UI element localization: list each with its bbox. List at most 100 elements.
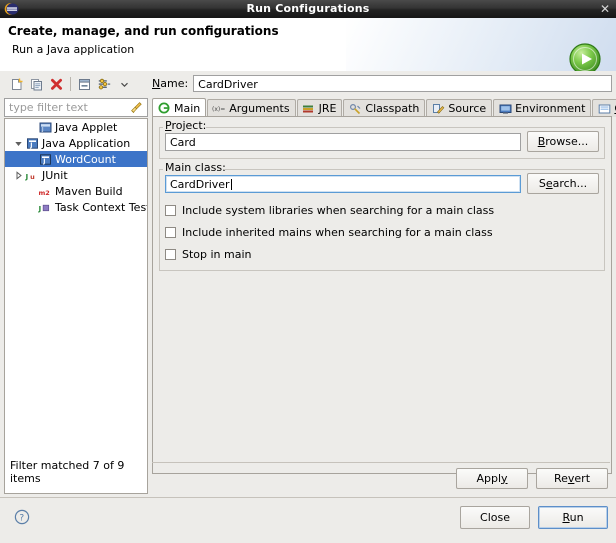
configurations-panel: type filter text J Java Applet J Java Ap…: [4, 73, 148, 494]
search-input-placeholder: type filter text: [9, 101, 88, 114]
tab-source[interactable]: Source: [426, 99, 493, 117]
tab-label: Source: [448, 102, 487, 115]
tree-item-java-applet[interactable]: J Java Applet: [5, 119, 147, 135]
page-subtitle: Run a Java application: [12, 43, 135, 56]
tab-label: Environment: [515, 102, 586, 115]
svg-text:?: ?: [19, 513, 24, 523]
project-row: Card Browse...: [165, 131, 599, 152]
tree-item-junit[interactable]: J u JUnit: [5, 167, 147, 183]
maven-m2-icon: m2: [38, 183, 52, 199]
jre-tab-icon: [302, 102, 316, 115]
revert-button[interactable]: Revert: [536, 467, 608, 489]
stop-in-main-checkbox-row[interactable]: Stop in main: [165, 245, 599, 264]
tab-common[interactable]: Common: [592, 99, 616, 117]
tree-item-label: WordCount: [55, 152, 116, 166]
new-document-icon[interactable]: [7, 75, 26, 94]
run-configurations-dialog: Run Configurations ✕ Create, manage, and…: [0, 0, 616, 543]
configurations-toolbar: [4, 73, 148, 95]
tab-label: JRE: [318, 102, 337, 115]
name-row: Name: CardDriver: [152, 73, 612, 93]
close-button[interactable]: Close: [460, 506, 530, 529]
project-group-label: Project:: [163, 119, 210, 132]
checkbox-label: Stop in main: [182, 248, 252, 261]
tree-item-java-application[interactable]: J Java Application: [5, 135, 147, 151]
close-icon[interactable]: ✕: [600, 0, 610, 18]
tree-item-maven-build[interactable]: m2 Maven Build: [5, 183, 147, 199]
tree-item-label: Java Applet: [55, 120, 118, 134]
help-question-icon[interactable]: ?: [14, 509, 30, 525]
search-button[interactable]: Search...: [527, 173, 599, 194]
filter-icon[interactable]: [95, 75, 114, 94]
java-app-icon: J: [38, 151, 52, 167]
project-group: Project: Card Browse...: [159, 119, 605, 159]
search-input[interactable]: type filter text: [4, 98, 148, 117]
collapse-all-icon[interactable]: [75, 75, 94, 94]
tree-item-task-context-test[interactable]: J Task Context Test: [5, 199, 147, 215]
name-field-label: Name:: [152, 76, 189, 90]
svg-text:u: u: [30, 172, 35, 180]
main-class-row: CardDriver Search...: [165, 173, 599, 194]
tree-item-label: JUnit: [42, 168, 68, 182]
tree-twisty: [25, 119, 38, 135]
dialog-header: Create, manage, and run configurations R…: [0, 18, 616, 72]
page-title: Create, manage, and run configurations: [8, 24, 279, 38]
environment-tab-icon: [498, 102, 512, 115]
include-inherited-mains-checkbox[interactable]: [165, 227, 176, 238]
dialog-footer: ? Close Run: [0, 497, 616, 543]
run-button[interactable]: Run: [538, 506, 608, 529]
junit-icon: J u: [25, 167, 39, 183]
classpath-tab-icon: [348, 102, 362, 115]
tree-item-label: Task Context Test: [55, 200, 148, 214]
tab-label: Arguments: [229, 102, 290, 115]
tab-jre[interactable]: JRE: [296, 99, 343, 117]
svg-text:J: J: [29, 142, 32, 149]
browse-button[interactable]: Browse...: [527, 131, 599, 152]
java-applet-icon: J: [38, 119, 52, 135]
chevron-down-icon[interactable]: [115, 75, 134, 94]
include-inherited-mains-checkbox-row[interactable]: Include inherited mains when searching f…: [165, 223, 599, 242]
tree-twisty: [25, 151, 38, 167]
tree-item-label: Maven Build: [55, 184, 123, 198]
apply-button[interactable]: Apply: [456, 467, 528, 489]
apply-revert-bar: Apply Revert: [152, 463, 612, 493]
footer-buttons: Close Run: [460, 506, 608, 529]
svg-text:J: J: [41, 127, 44, 133]
tab-arguments[interactable]: (x)= Arguments: [207, 99, 296, 117]
tree-twisty-expanded-icon[interactable]: [12, 135, 25, 151]
svg-text:m2: m2: [38, 188, 49, 196]
tab-label: Main: [174, 101, 201, 115]
tab-label: Classpath: [365, 102, 420, 115]
configuration-editor: Name: CardDriver Main (x)= Arguments JRE…: [152, 73, 616, 493]
tree-twisty: [25, 199, 38, 215]
window-title-bar: Run Configurations ✕: [0, 0, 616, 18]
stop-in-main-checkbox[interactable]: [165, 249, 176, 260]
source-tab-icon: [431, 102, 445, 115]
tree-item-wordcount[interactable]: J WordCount: [5, 151, 147, 167]
broom-icon[interactable]: [130, 101, 143, 114]
include-system-libraries-checkbox[interactable]: [165, 205, 176, 216]
duplicate-icon[interactable]: [27, 75, 46, 94]
tree-twisty-collapsed-icon[interactable]: [12, 167, 25, 183]
delete-red-x-icon[interactable]: [47, 75, 66, 94]
checkbox-label: Include system libraries when searching …: [182, 204, 495, 217]
main-class-group-label: Main class:: [163, 161, 229, 174]
include-system-libraries-checkbox-row[interactable]: Include system libraries when searching …: [165, 201, 599, 220]
dialog-body: type filter text J Java Applet J Java Ap…: [0, 71, 616, 497]
name-input[interactable]: CardDriver: [193, 74, 612, 92]
common-tab-icon: [597, 102, 611, 115]
run-green-play-icon: [568, 42, 602, 71]
configurations-tree[interactable]: J Java Applet J Java Application J WordC…: [4, 118, 148, 450]
svg-text:J: J: [38, 203, 41, 212]
window-title: Run Configurations: [246, 2, 370, 15]
tab-main[interactable]: Main: [152, 98, 207, 117]
tab-bar: Main (x)= Arguments JRE Classpath Source…: [152, 98, 616, 117]
main-class-input[interactable]: CardDriver: [165, 174, 521, 193]
java-app-icon: J: [25, 135, 39, 151]
tab-classpath[interactable]: Classpath: [343, 99, 426, 117]
svg-text:J: J: [42, 158, 45, 165]
main-tab-panel: Project: Card Browse... Main class: Card…: [152, 116, 612, 474]
tab-environment[interactable]: Environment: [493, 99, 592, 117]
filter-status-bar: Filter matched 7 of 9 items: [4, 448, 148, 494]
checkbox-label: Include inherited mains when searching f…: [182, 226, 493, 239]
project-input[interactable]: Card: [165, 132, 521, 151]
